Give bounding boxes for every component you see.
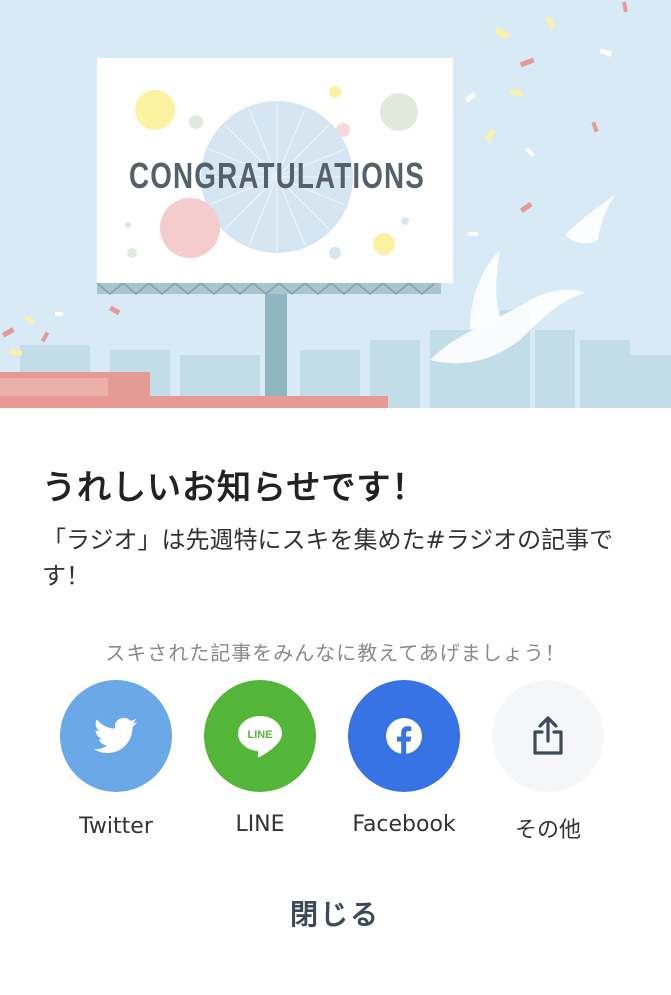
facebook-circle[interactable] bbox=[348, 680, 460, 792]
dialog-title: うれしいお知らせです！ bbox=[42, 468, 427, 508]
line-circle[interactable]: LINE bbox=[204, 680, 316, 792]
twitter-bird-icon bbox=[94, 717, 138, 754]
share-prompt: スキされた記事をみんなに教えてあげましょう！ bbox=[105, 641, 566, 665]
line-icon-text: LINE bbox=[247, 729, 272, 741]
share-facebook-button[interactable]: Facebook bbox=[334, 680, 474, 837]
share-other-label: その他 bbox=[514, 818, 581, 843]
share-other-button[interactable]: その他 bbox=[478, 680, 618, 844]
congratulations-illustration: CONGRATULATIONS bbox=[0, 0, 671, 408]
line-icon: LINE bbox=[238, 716, 282, 758]
dialog-body: うれしいお知らせです！ 「ラジオ」は先週特にスキを集めた#ラジオの記事です！ ス… bbox=[0, 408, 671, 995]
share-twitter-label: Twitter bbox=[79, 814, 153, 839]
dialog-message: 「ラジオ」は先週特にスキを集めた#ラジオの記事です！ bbox=[42, 526, 614, 590]
share-twitter-button[interactable]: Twitter bbox=[46, 680, 186, 839]
share-facebook-label: Facebook bbox=[352, 812, 456, 837]
share-line-label: LINE bbox=[235, 812, 285, 837]
close-button[interactable]: 閉じる bbox=[235, 888, 435, 938]
twitter-circle[interactable] bbox=[60, 680, 172, 792]
billboard-text: CONGRATULATIONS bbox=[129, 155, 425, 196]
share-dialog: CONGRATULATIONS うれしいお知らせです！ 「ラジオ」は先週特にスキ… bbox=[0, 0, 671, 995]
facebook-icon bbox=[386, 718, 422, 755]
share-line-button[interactable]: LINE LINE bbox=[190, 680, 330, 837]
share-icon bbox=[533, 716, 563, 755]
other-circle[interactable] bbox=[492, 680, 604, 792]
